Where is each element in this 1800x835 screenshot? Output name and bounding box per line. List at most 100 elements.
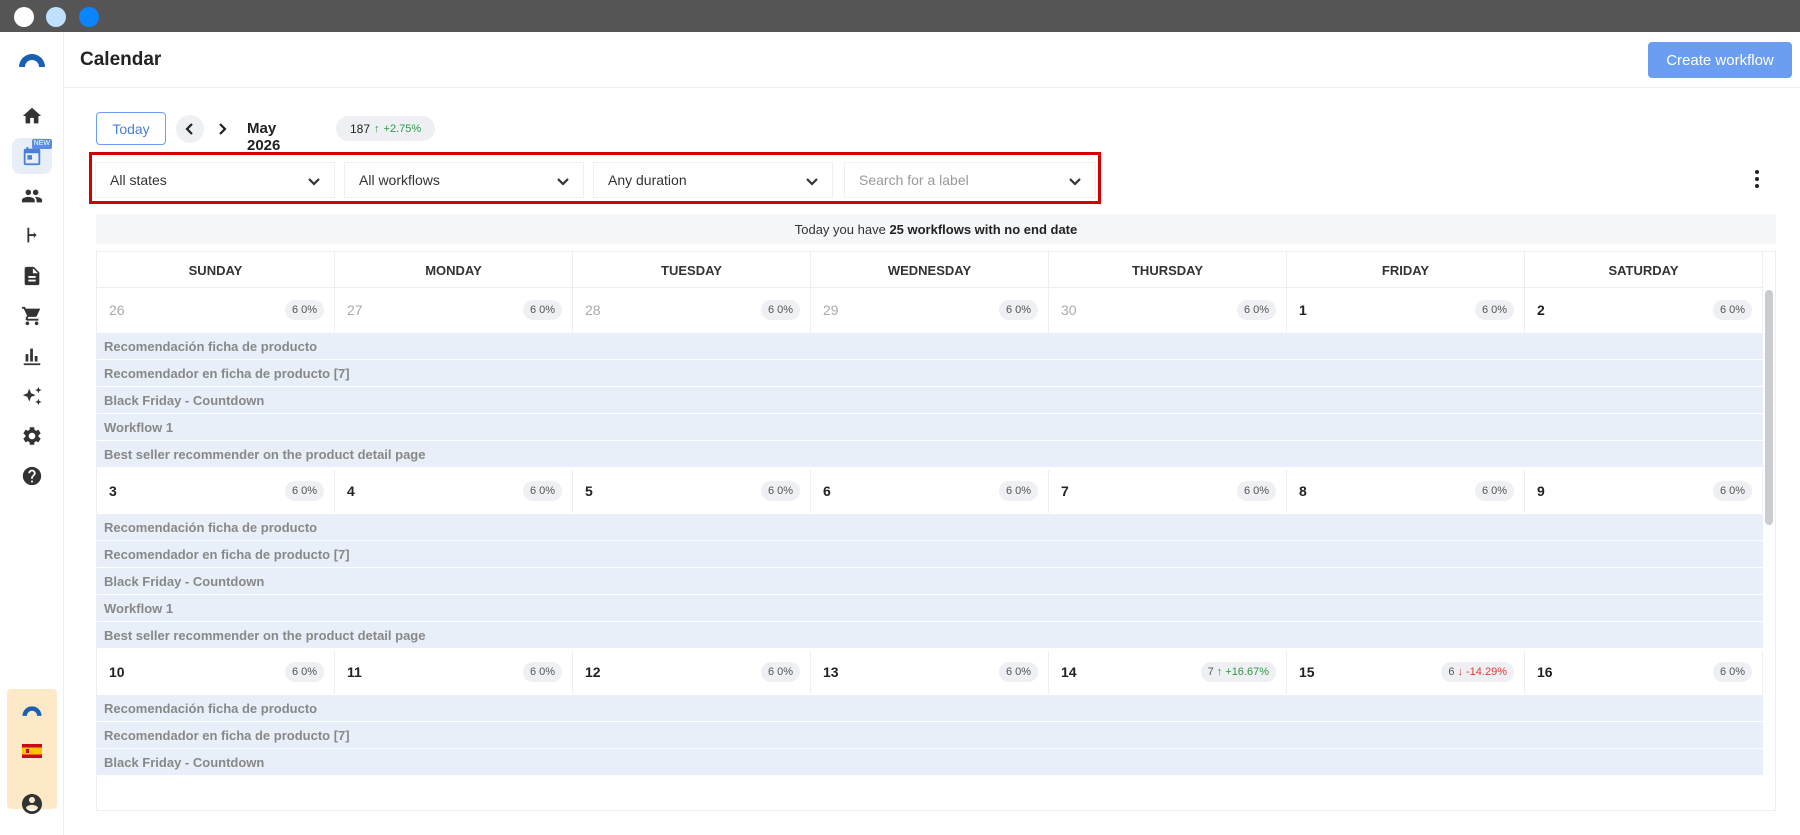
month-total: 187 bbox=[350, 121, 371, 136]
day-cell[interactable]: 8 6 0% bbox=[1287, 470, 1525, 513]
day-stat-badge: 6 0% bbox=[522, 481, 562, 501]
workflow-bar[interactable]: Recomendación ficha de producto bbox=[97, 695, 1763, 721]
day-stat-badge: 6 0% bbox=[760, 300, 800, 320]
day-count: 6 bbox=[1243, 485, 1251, 497]
window-close-button[interactable] bbox=[14, 7, 34, 27]
sidebar-item-analytics[interactable] bbox=[12, 338, 52, 374]
day-number: 5 bbox=[585, 483, 593, 499]
day-cell[interactable]: 3 6 0% bbox=[97, 470, 335, 513]
workflow-bar[interactable]: Recomendación ficha de producto bbox=[97, 514, 1763, 540]
workflow-bar[interactable]: Black Friday - Countdown bbox=[97, 387, 1763, 413]
day-cell[interactable]: 15 6 ↓ -14.29% bbox=[1287, 651, 1525, 694]
help-icon bbox=[22, 466, 42, 486]
day-change: 0% bbox=[1253, 485, 1269, 497]
filters-highlight: All states All workflows Any duration Se… bbox=[89, 152, 1101, 204]
workflow-bar[interactable]: Best seller recommender on the product d… bbox=[97, 441, 1763, 467]
day-cell[interactable]: 9 6 0% bbox=[1525, 470, 1763, 513]
day-count: 6 bbox=[1005, 485, 1013, 497]
account-switcher-card[interactable] bbox=[7, 689, 57, 809]
day-count: 6 bbox=[1481, 485, 1489, 497]
day-cell[interactable]: 29 6 0% bbox=[811, 289, 1049, 332]
chevron-down-icon bbox=[555, 173, 571, 189]
next-month-button[interactable] bbox=[208, 115, 236, 143]
workflow-bar[interactable]: Workflow 1 bbox=[97, 595, 1763, 621]
day-cell[interactable]: 4 6 0% bbox=[335, 470, 573, 513]
day-stat-badge: 6 0% bbox=[284, 300, 324, 320]
day-count: 6 bbox=[767, 666, 775, 678]
calendar-grid: SUNDAY MONDAY TUESDAY WEDNESDAY THURSDAY FRID… bbox=[96, 251, 1776, 811]
day-stat-badge: 6 0% bbox=[998, 300, 1038, 320]
window-minimize-button[interactable] bbox=[46, 7, 66, 27]
day-count: 6 bbox=[291, 304, 299, 316]
brand-logo-icon bbox=[22, 706, 42, 716]
sidebar: NEW bbox=[0, 32, 64, 835]
day-stat-badge: 6 0% bbox=[1712, 481, 1752, 501]
workflow-bar[interactable]: Recomendación ficha de producto bbox=[97, 333, 1763, 359]
day-change: 0% bbox=[301, 666, 317, 678]
workflow-bar[interactable]: Recomendador en ficha de producto [7] bbox=[97, 360, 1763, 386]
day-cell[interactable]: 14 7 ↑ +16.67% bbox=[1049, 651, 1287, 694]
day-cell[interactable]: 12 6 0% bbox=[573, 651, 811, 694]
previous-month-button[interactable] bbox=[176, 115, 204, 143]
day-cell[interactable]: 6 6 0% bbox=[811, 470, 1049, 513]
create-workflow-button[interactable]: Create workflow bbox=[1648, 42, 1792, 78]
sidebar-item-calendar[interactable]: NEW bbox=[12, 138, 52, 174]
chevron-left-icon bbox=[185, 123, 193, 135]
day-number: 13 bbox=[823, 664, 839, 680]
sidebar-item-help[interactable] bbox=[12, 458, 52, 494]
day-change: 0% bbox=[539, 485, 555, 497]
day-change: 0% bbox=[777, 304, 793, 316]
today-button[interactable]: Today bbox=[96, 112, 166, 145]
workflow-bar[interactable]: Recomendador en ficha de producto [7] bbox=[97, 722, 1763, 748]
day-number: 14 bbox=[1061, 664, 1077, 680]
calendar-scrollbar[interactable] bbox=[1765, 290, 1773, 525]
workflow-bar[interactable]: Best seller recommender on the product d… bbox=[97, 622, 1763, 648]
no-end-date-banner: Today you have 25 workflows with no end … bbox=[96, 214, 1776, 244]
more-options-icon[interactable] bbox=[1752, 168, 1762, 190]
day-number: 4 bbox=[347, 483, 355, 499]
day-count: 6 bbox=[1005, 304, 1013, 316]
day-cell[interactable]: 28 6 0% bbox=[573, 289, 811, 332]
sidebar-item-documents[interactable] bbox=[12, 258, 52, 294]
day-cell[interactable]: 16 6 0% bbox=[1525, 651, 1763, 694]
cart-icon bbox=[21, 306, 41, 326]
sidebar-item-workflows[interactable] bbox=[12, 218, 52, 254]
sidebar-item-cart[interactable] bbox=[12, 298, 52, 334]
app-logo-icon[interactable] bbox=[17, 50, 47, 68]
state-filter-select[interactable]: All states bbox=[95, 162, 335, 198]
day-stat-badge: 6 0% bbox=[522, 300, 562, 320]
workflow-bar[interactable]: Recomendador en ficha de producto [7] bbox=[97, 541, 1763, 567]
day-number: 29 bbox=[823, 302, 839, 318]
sparkle-icon bbox=[22, 386, 42, 406]
day-cell[interactable]: 11 6 0% bbox=[335, 651, 573, 694]
day-number: 26 bbox=[109, 302, 125, 318]
workflow-filter-select[interactable]: All workflows bbox=[344, 162, 584, 198]
workflow-bar[interactable]: Black Friday - Countdown bbox=[97, 749, 1763, 775]
workflow-bar[interactable]: Black Friday - Countdown bbox=[97, 568, 1763, 594]
sidebar-item-home[interactable] bbox=[12, 98, 52, 134]
day-count: 6 bbox=[767, 485, 775, 497]
day-cell[interactable]: 26 6 0% bbox=[97, 289, 335, 332]
banner-highlight[interactable]: 25 workflows with no end date bbox=[889, 222, 1077, 237]
day-cell[interactable]: 1 6 0% bbox=[1287, 289, 1525, 332]
label-search-select[interactable]: Search for a label bbox=[844, 162, 1096, 198]
day-number: 8 bbox=[1299, 483, 1307, 499]
day-cell[interactable]: 27 6 0% bbox=[335, 289, 573, 332]
day-cell[interactable]: 7 6 0% bbox=[1049, 470, 1287, 513]
sidebar-item-people[interactable] bbox=[12, 178, 52, 214]
chevron-down-icon bbox=[804, 173, 820, 189]
day-cell[interactable]: 5 6 0% bbox=[573, 470, 811, 513]
day-stat-badge: 6 0% bbox=[522, 662, 562, 682]
day-cell[interactable]: 2 6 0% bbox=[1525, 289, 1763, 332]
sidebar-item-settings[interactable] bbox=[12, 418, 52, 454]
duration-filter-value: Any duration bbox=[608, 172, 687, 188]
day-cell[interactable]: 10 6 0% bbox=[97, 651, 335, 694]
day-cell[interactable]: 13 6 0% bbox=[811, 651, 1049, 694]
window-maximize-button[interactable] bbox=[79, 7, 99, 27]
day-cell[interactable]: 30 6 0% bbox=[1049, 289, 1287, 332]
sidebar-item-ai[interactable] bbox=[12, 378, 52, 414]
account-icon[interactable] bbox=[20, 792, 44, 816]
day-of-week-label: THURSDAY bbox=[1049, 252, 1287, 288]
workflow-bar[interactable]: Workflow 1 bbox=[97, 414, 1763, 440]
duration-filter-select[interactable]: Any duration bbox=[593, 162, 833, 198]
